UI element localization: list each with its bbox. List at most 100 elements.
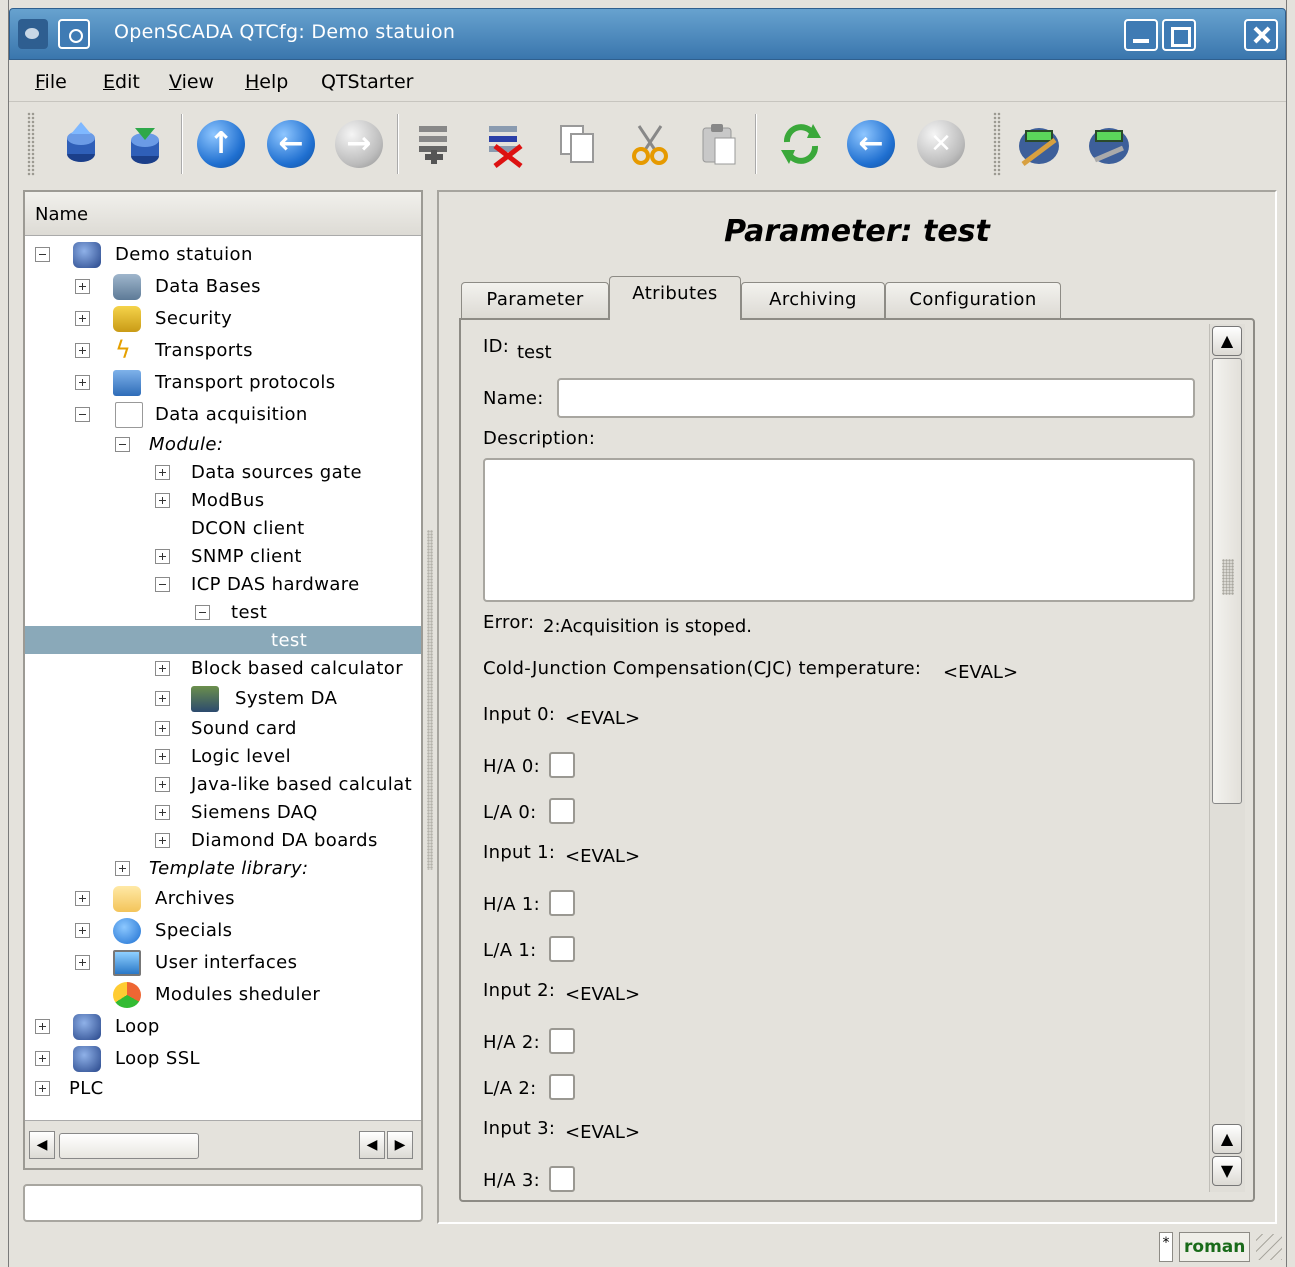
ha-3-checkbox[interactable] [549, 1166, 575, 1192]
expand-icon[interactable] [155, 465, 170, 480]
collapse-icon[interactable] [195, 605, 210, 620]
menu-help[interactable]: Help [245, 71, 288, 93]
tree-group-module[interactable]: Module: [25, 430, 421, 460]
expand-icon[interactable] [35, 1081, 50, 1096]
tree-item-controller-test[interactable]: test [25, 598, 421, 628]
expand-icon[interactable] [155, 833, 170, 848]
tab-atributes[interactable]: Atributes [609, 276, 741, 320]
maximize-button[interactable] [1162, 19, 1196, 51]
vision-icon[interactable] [1015, 120, 1063, 168]
attributes-vertical-scrollbar[interactable]: ▲ ▲ ▼ [1209, 324, 1245, 1192]
menu-view[interactable]: View [169, 71, 214, 93]
stop-icon[interactable]: ✕ [917, 120, 965, 168]
expand-icon[interactable] [155, 661, 170, 676]
up-icon[interactable]: ↑ [197, 120, 245, 168]
tab-configuration[interactable]: Configuration [885, 282, 1061, 318]
refresh-icon[interactable] [777, 120, 825, 168]
status-message-field[interactable] [23, 1184, 423, 1222]
expand-icon[interactable] [115, 861, 130, 876]
tree-horizontal-scrollbar[interactable]: ◀ ◀ ▶ [25, 1120, 421, 1168]
tree-item-data-bases[interactable]: Data Bases [25, 272, 421, 302]
tree-item-system-da[interactable]: System DA [25, 684, 421, 714]
app-icon[interactable] [18, 19, 48, 49]
scroll-left-icon[interactable]: ◀ [359, 1131, 385, 1159]
tree-item-block-calculator[interactable]: Block based calculator [25, 654, 421, 684]
expand-icon[interactable] [75, 343, 90, 358]
tree-item-loop-ssl[interactable]: Loop SSL [25, 1044, 421, 1074]
tree-item-security[interactable]: Security [25, 304, 421, 334]
expand-icon[interactable] [155, 549, 170, 564]
paste-icon[interactable] [695, 120, 743, 168]
tree-item-diamond-da[interactable]: Diamond DA boards [25, 826, 421, 856]
scroll-up-icon[interactable]: ▲ [1212, 1124, 1242, 1154]
close-window-button[interactable] [1244, 19, 1278, 51]
expand-icon[interactable] [75, 891, 90, 906]
minimize-button[interactable] [1124, 19, 1158, 51]
tree-item-java-calculator[interactable]: Java-like based calculat [25, 770, 421, 800]
ha-2-checkbox[interactable] [549, 1028, 575, 1054]
tree-item-dcon-client[interactable]: DCON client [25, 514, 421, 544]
collapse-icon[interactable] [155, 577, 170, 592]
tree-item-modbus[interactable]: ModBus [25, 486, 421, 516]
toolbar-grip[interactable] [27, 112, 35, 176]
scroll-right-icon[interactable]: ▶ [387, 1131, 413, 1159]
expand-icon[interactable] [75, 311, 90, 326]
toolbar-grip[interactable] [993, 112, 1001, 176]
tree-item-transports[interactable]: ϟ Transports [25, 336, 421, 366]
la-0-checkbox[interactable] [549, 798, 575, 824]
qtcfg-icon[interactable] [1085, 120, 1133, 168]
tree-header[interactable]: Name [25, 192, 421, 236]
scrollbar-thumb[interactable] [1212, 358, 1242, 804]
delete-item-icon[interactable] [481, 120, 529, 168]
resize-grip-icon[interactable] [1256, 1234, 1282, 1260]
tree-item-modules-sheduler[interactable]: Modules sheduler [25, 980, 421, 1010]
name-input[interactable] [557, 378, 1195, 418]
scroll-down-icon[interactable]: ▼ [1212, 1156, 1242, 1186]
tree-item-transport-protocols[interactable]: Transport protocols [25, 368, 421, 398]
expand-icon[interactable] [155, 721, 170, 736]
tree-item-sound-card[interactable]: Sound card [25, 714, 421, 744]
tree-item-user-interfaces[interactable]: User interfaces [25, 948, 421, 978]
menu-file[interactable]: File [35, 71, 67, 93]
expand-icon[interactable] [155, 749, 170, 764]
tree-item-archives[interactable]: Archives [25, 884, 421, 914]
menu-edit[interactable]: Edit [103, 71, 140, 93]
description-textarea[interactable] [483, 458, 1195, 602]
add-item-icon[interactable] [411, 120, 459, 168]
copy-icon[interactable] [553, 120, 601, 168]
db-load-icon[interactable] [57, 120, 105, 168]
back-icon[interactable]: ← [267, 120, 315, 168]
scroll-left-icon[interactable]: ◀ [29, 1131, 55, 1159]
tree-item-specials[interactable]: Specials [25, 916, 421, 946]
tree-group-template-library[interactable]: Template library: [25, 854, 421, 884]
collapse-icon[interactable] [75, 407, 90, 422]
expand-icon[interactable] [75, 375, 90, 390]
title-bar[interactable]: OpenSCADA QTCfg: Demo statuion [9, 8, 1286, 60]
status-user[interactable]: roman [1179, 1232, 1251, 1262]
tree-item-snmp-client[interactable]: SNMP client [25, 542, 421, 572]
la-2-checkbox[interactable] [549, 1074, 575, 1100]
tree-item-parameter-test[interactable]: test [25, 626, 421, 654]
scrollbar-thumb[interactable] [59, 1133, 199, 1159]
tree-item-plc[interactable]: PLC [25, 1074, 421, 1104]
la-1-checkbox[interactable] [549, 936, 575, 962]
start-icon[interactable]: ← [847, 120, 895, 168]
collapse-icon[interactable] [35, 247, 50, 262]
tree-item-data-sources-gate[interactable]: Data sources gate [25, 458, 421, 488]
expand-icon[interactable] [155, 777, 170, 792]
tree-item-data-acquisition[interactable]: Data acquisition [25, 400, 421, 430]
cut-icon[interactable] [625, 120, 673, 168]
tree-item-siemens-daq[interactable]: Siemens DAQ [25, 798, 421, 828]
forward-icon[interactable]: → [335, 120, 383, 168]
collapse-icon[interactable] [115, 437, 130, 452]
scroll-up-icon[interactable]: ▲ [1212, 326, 1242, 356]
tree-body[interactable]: Demo statuion Data Bases Security ϟ Tran… [25, 236, 421, 1120]
tree-item-logic-level[interactable]: Logic level [25, 742, 421, 772]
panel-splitter[interactable] [427, 530, 433, 870]
db-save-icon[interactable] [121, 120, 169, 168]
navigation-tree[interactable]: Name Demo statuion Data Bases Security ϟ [23, 190, 423, 1170]
ha-1-checkbox[interactable] [549, 890, 575, 916]
expand-icon[interactable] [155, 691, 170, 706]
ha-0-checkbox[interactable] [549, 752, 575, 778]
expand-icon[interactable] [35, 1019, 50, 1034]
